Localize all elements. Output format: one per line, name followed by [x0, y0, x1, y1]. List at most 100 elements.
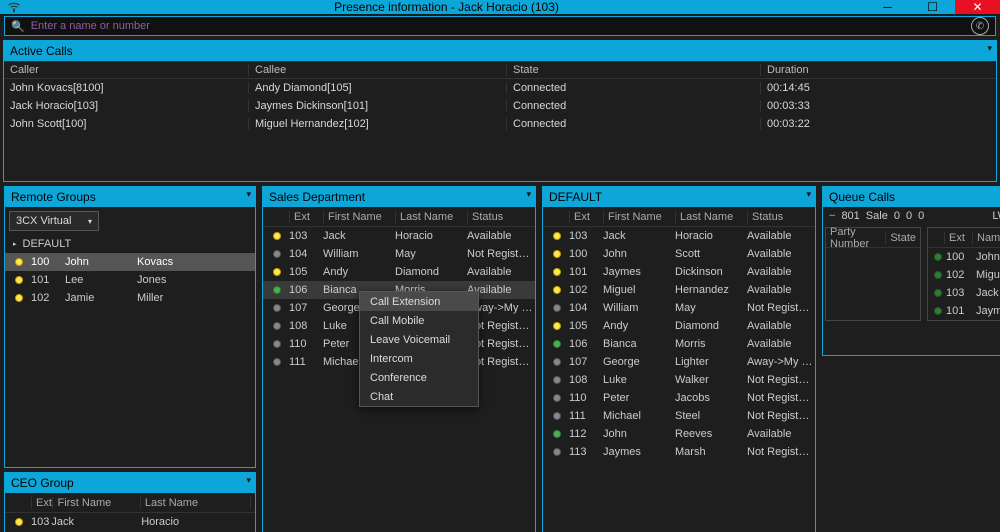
cell-duration: 00:03:22 [760, 118, 996, 130]
col-status[interactable]: Status [747, 211, 815, 223]
context-menu-item[interactable]: Conference [360, 368, 478, 387]
cell-name: Miguel [976, 269, 1000, 281]
active-call-row[interactable]: Jack Horacio[103]Jaymes Dickinson[101]Co… [4, 97, 996, 115]
cell-status: Not Registered [747, 302, 815, 314]
active-call-row[interactable]: John Kovacs[8100]Andy Diamond[105]Connec… [4, 79, 996, 97]
panel-caret-icon[interactable]: ▾ [246, 189, 251, 200]
queue-agents-columns: Ext Name [928, 228, 1000, 248]
context-menu[interactable]: Call ExtensionCall MobileLeave Voicemail… [359, 291, 479, 407]
presence-row[interactable]: 102MiguelHernandezAvailable [543, 281, 815, 299]
col-ext[interactable]: Ext [569, 211, 603, 223]
cell-last: Horacio [675, 230, 747, 242]
col-first[interactable]: First Name [603, 211, 675, 223]
active-call-row[interactable]: John Scott[100]Miguel Hernandez[102]Conn… [4, 115, 996, 133]
presence-row[interactable]: 103JackHoracioAvailable [5, 513, 255, 531]
presence-row[interactable]: 111MichaelSteelNot Registered [543, 407, 815, 425]
presence-row[interactable]: 112JohnReevesAvailable [543, 425, 815, 443]
col-first[interactable]: First Name [52, 497, 139, 509]
queue-agent-row[interactable]: 103Jack H [928, 284, 1000, 302]
sales-header[interactable]: Sales Department ▾ [263, 187, 535, 207]
col-party[interactable]: Party Number [826, 226, 885, 250]
col-status[interactable]: Status [467, 211, 535, 223]
status-dot-icon [553, 322, 561, 330]
col-callee[interactable]: Callee [248, 64, 506, 76]
queue-header[interactable]: Queue Calls ▾ [823, 187, 1000, 207]
status-dot-icon [273, 268, 281, 276]
panel-caret-icon[interactable]: ▾ [806, 189, 811, 200]
presence-row[interactable]: 104WilliamMayNot Registered [543, 299, 815, 317]
status-dot-icon [553, 412, 561, 420]
cell-first: Peter [603, 392, 675, 404]
col-caller[interactable]: Caller [4, 64, 248, 76]
queue-agent-row[interactable]: 102Miguel [928, 266, 1000, 284]
tree-expand-icon[interactable]: ▸ [13, 240, 17, 248]
presence-row[interactable]: 113JaymesMarshNot Registered [543, 443, 815, 461]
dial-icon[interactable]: ✆ [971, 17, 989, 35]
context-menu-item[interactable]: Call Extension [360, 292, 478, 311]
presence-row[interactable]: 107GeorgeLighterAway->My Voice... [543, 353, 815, 371]
tree-root-default[interactable]: ▸ DEFAULT [5, 235, 255, 253]
panel-caret-icon[interactable]: ▾ [987, 43, 992, 54]
presence-row[interactable]: 100JohnKovacs [5, 253, 255, 271]
presence-row[interactable]: 103JackHoracioAvailable [543, 227, 815, 245]
presence-row[interactable]: 103JackHoracioAvailable [263, 227, 535, 245]
cell-first: William [603, 302, 675, 314]
minimize-button[interactable]: ─ [865, 0, 910, 14]
panel-caret-icon[interactable]: ▾ [246, 475, 251, 486]
col-state[interactable]: State [506, 64, 760, 76]
presence-row[interactable]: 110PeterJacobsNot Registered [543, 389, 815, 407]
queue-calls-subpanel: Party Number State [825, 227, 921, 321]
context-menu-item[interactable]: Chat [360, 387, 478, 406]
col-state[interactable]: State [885, 232, 920, 244]
queue-agent-row[interactable]: 100John [928, 248, 1000, 266]
ceo-group-panel: CEO Group ▾ Ext First Name Last Name Sta… [4, 472, 256, 532]
queue-summary[interactable]: − 801 Sale 0 0 0 LW: [823, 207, 1000, 225]
panel-title: Active Calls [10, 44, 73, 58]
search-bar[interactable]: 🔍 Enter a name or number ✆ [4, 16, 996, 36]
title-bar[interactable]: Presence information - Jack Horacio (103… [0, 0, 1000, 14]
col-last[interactable]: Last Name [675, 211, 747, 223]
presence-row[interactable]: 108LukeWalkerNot Registered [543, 371, 815, 389]
maximize-button[interactable]: ☐ [910, 0, 955, 14]
presence-row[interactable]: 102JamieMiller [5, 289, 255, 307]
status-dot-icon [273, 232, 281, 240]
cell-ext: 107 [289, 302, 323, 314]
context-menu-item[interactable]: Call Mobile [360, 311, 478, 330]
queue-agent-row[interactable]: 101Jaymes [928, 302, 1000, 320]
panel-caret-icon[interactable]: ▾ [526, 189, 531, 200]
context-menu-item[interactable]: Intercom [360, 349, 478, 368]
col-status[interactable]: Status [250, 497, 255, 509]
cell-last: Morris [675, 338, 747, 350]
status-dot-icon [15, 294, 23, 302]
presence-row[interactable]: 104WilliamMayNot Registered [263, 245, 535, 263]
presence-row[interactable]: 101JaymesDickinsonAvailable [543, 263, 815, 281]
cell-status: Available [747, 230, 815, 242]
col-ext[interactable]: Ext [289, 211, 323, 223]
col-name[interactable]: Name [972, 232, 1000, 244]
cell-callee: Jaymes Dickinson[101] [248, 100, 506, 112]
collapse-icon[interactable]: − [829, 210, 835, 222]
presence-row[interactable]: 105AndyDiamondAvailable [543, 317, 815, 335]
presence-row[interactable]: 106BiancaMorrisAvailable [543, 335, 815, 353]
presence-row[interactable]: 100JohnScottAvailable [543, 245, 815, 263]
cell-ext: 113 [569, 446, 603, 458]
col-duration[interactable]: Duration [760, 64, 996, 76]
ceo-group-header[interactable]: CEO Group ▾ [5, 473, 255, 493]
cell-name: Jaymes [976, 305, 1000, 317]
remote-group-combo[interactable]: 3CX Virtual ▾ [9, 211, 99, 231]
presence-row[interactable]: 105AndyDiamondAvailable [263, 263, 535, 281]
context-menu-item[interactable]: Leave Voicemail [360, 330, 478, 349]
search-input[interactable]: Enter a name or number [31, 20, 971, 32]
col-last[interactable]: Last Name [395, 211, 467, 223]
default-header[interactable]: DEFAULT ▾ [543, 187, 815, 207]
remote-groups-header[interactable]: Remote Groups ▾ [5, 187, 255, 207]
col-ext[interactable]: Ext [31, 497, 52, 509]
cell-ext: 100 [569, 248, 603, 260]
col-ext[interactable]: Ext [944, 232, 972, 244]
close-button[interactable]: ✕ [955, 0, 1000, 14]
presence-row[interactable]: 101LeeJones [5, 271, 255, 289]
col-first[interactable]: First Name [323, 211, 395, 223]
active-calls-header[interactable]: Active Calls ▾ [4, 41, 996, 61]
cell-last: Walker [675, 374, 747, 386]
col-last[interactable]: Last Name [140, 497, 250, 509]
